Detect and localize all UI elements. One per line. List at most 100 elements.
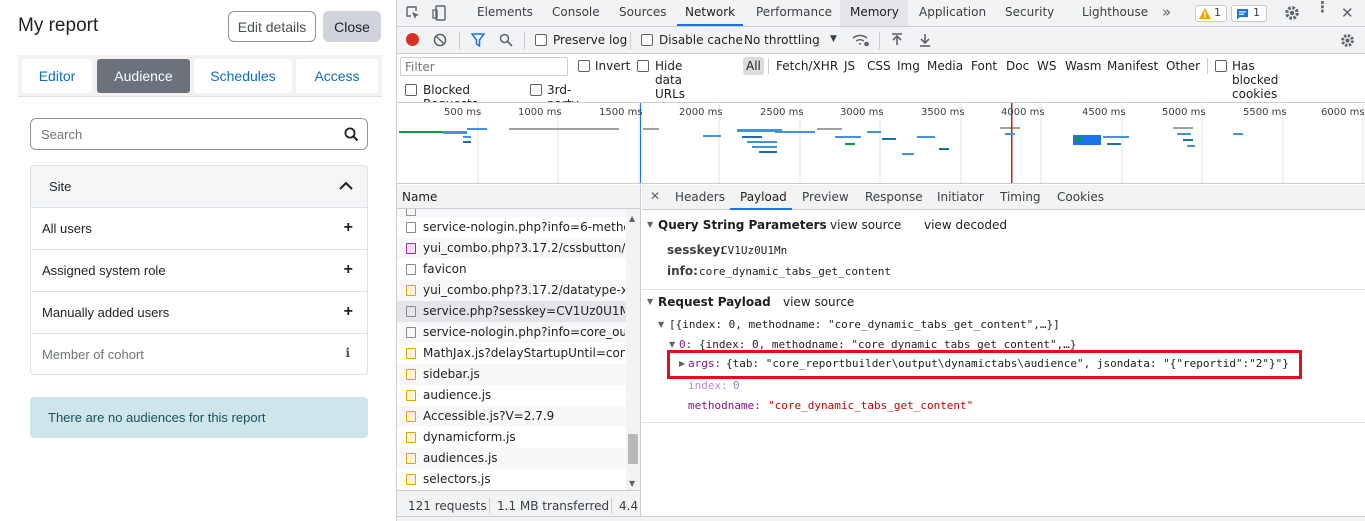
preserve-log-checkbox[interactable] xyxy=(535,34,547,46)
search-input[interactable] xyxy=(41,125,331,143)
invert-checkbox[interactable] xyxy=(578,60,590,72)
list-scrollbar-thumb[interactable] xyxy=(628,434,638,464)
filter-type-other[interactable]: Other xyxy=(1166,59,1200,73)
audience-item-manually-added-users[interactable]: Manually added users + xyxy=(31,292,367,334)
tab-elements[interactable]: Elements xyxy=(477,5,533,19)
blocked-cookies-checkbox[interactable] xyxy=(1215,60,1227,72)
audience-item-assigned-system-role[interactable]: Assigned system role + xyxy=(31,250,367,292)
requests-header[interactable]: Name xyxy=(397,185,640,209)
tab-response[interactable]: Response xyxy=(865,190,923,204)
tab-sources[interactable]: Sources xyxy=(619,5,666,19)
request-row[interactable]: sidebar.js xyxy=(397,364,626,385)
inspect-element-icon[interactable] xyxy=(406,6,420,20)
filter-type-wasm[interactable]: Wasm xyxy=(1065,59,1101,73)
request-row[interactable]: selectors.js xyxy=(397,469,626,490)
tab-lighthouse[interactable]: Lighthouse xyxy=(1082,5,1148,19)
search-icon[interactable] xyxy=(499,33,513,47)
query-section-title[interactable]: Query String Parameters xyxy=(658,218,827,232)
filter-type-css[interactable]: CSS xyxy=(867,59,891,73)
tab-memory[interactable]: Memory xyxy=(850,5,899,19)
warnings-badge[interactable]: 1 xyxy=(1195,5,1227,22)
list-scrollbar-track[interactable]: ▲ ▼ xyxy=(626,209,640,490)
request-row[interactable]: service.php?sesskey=CV1Uz0U1Mn&i xyxy=(397,301,626,322)
scroll-down-arrow-icon[interactable]: ▼ xyxy=(629,479,635,488)
request-row-partial[interactable] xyxy=(397,209,627,217)
tab-security[interactable]: Security xyxy=(1005,5,1054,19)
hide-data-urls-checkbox[interactable] xyxy=(637,60,649,72)
expand-triangle-right-icon[interactable]: ▶ xyxy=(679,359,685,368)
export-har-icon[interactable] xyxy=(919,33,931,47)
tab-audience[interactable]: Audience xyxy=(97,59,190,93)
request-row[interactable]: yui_combo.php?3.17.2/datatype-xml- xyxy=(397,280,626,301)
request-row[interactable]: yui_combo.php?3.17.2/cssbutton/css. xyxy=(397,238,626,259)
tab-payload[interactable]: Payload xyxy=(740,190,787,204)
tab-schedules[interactable]: Schedules xyxy=(194,59,292,93)
view-source-link[interactable]: view source xyxy=(830,218,901,232)
more-tabs-button[interactable]: » xyxy=(1162,3,1171,21)
plus-icon[interactable]: + xyxy=(344,303,353,321)
network-settings-gear-icon[interactable] xyxy=(1340,33,1355,48)
payload-section-title[interactable]: Request Payload xyxy=(658,295,771,309)
payload-array-line[interactable]: [{index: 0, methodname: "core_dynamic_ta… xyxy=(669,318,1060,331)
request-row[interactable]: Accessible.js?V=2.7.9 xyxy=(397,406,626,427)
args-key[interactable]: args: xyxy=(688,357,721,370)
tab-cookies[interactable]: Cookies xyxy=(1057,190,1104,204)
request-row[interactable]: service-nologin.php?info=core_outp.. xyxy=(397,322,626,343)
tab-application[interactable]: Application xyxy=(919,5,986,19)
audience-item-all-users[interactable]: All users + xyxy=(31,208,367,250)
filter-type-all[interactable]: All xyxy=(743,57,764,75)
expand-triangle-icon[interactable]: ▼ xyxy=(658,320,664,329)
site-section-header[interactable]: Site xyxy=(31,166,367,208)
third-party-checkbox[interactable] xyxy=(530,84,542,96)
request-row[interactable]: audience.js xyxy=(397,385,626,406)
request-row[interactable]: audiences.js xyxy=(397,448,626,469)
tab-headers[interactable]: Headers xyxy=(675,190,725,204)
chevron-up-icon[interactable] xyxy=(339,181,353,191)
expand-triangle-icon[interactable]: ▼ xyxy=(669,340,675,349)
import-har-icon[interactable] xyxy=(891,33,903,47)
filter-input[interactable] xyxy=(405,59,560,74)
clear-icon[interactable] xyxy=(433,33,447,47)
edit-details-button[interactable]: Edit details xyxy=(228,11,316,42)
messages-badge[interactable]: 1 xyxy=(1231,5,1267,22)
filter-type-manifest[interactable]: Manifest xyxy=(1107,59,1158,73)
filter-type-js[interactable]: JS xyxy=(844,59,855,73)
tab-console[interactable]: Console xyxy=(552,5,600,19)
search-icon[interactable] xyxy=(344,127,359,142)
payload-view-source-link[interactable]: view source xyxy=(783,295,854,309)
filter-type-font[interactable]: Font xyxy=(971,59,997,73)
expand-triangle-icon[interactable]: ▼ xyxy=(647,297,653,306)
kebab-menu-icon[interactable]: ⋮ xyxy=(1315,0,1330,15)
scroll-up-arrow-icon[interactable]: ▲ xyxy=(629,214,635,223)
request-row[interactable]: service-nologin.php?info=6-method-. xyxy=(397,217,626,238)
filter-type-img[interactable]: Img xyxy=(897,59,920,73)
settings-gear-icon[interactable] xyxy=(1284,5,1300,21)
close-button[interactable]: Close xyxy=(323,11,381,42)
tab-performance[interactable]: Performance xyxy=(756,5,832,19)
filter-funnel-icon[interactable] xyxy=(471,33,485,47)
filter-type-ws[interactable]: WS xyxy=(1037,59,1056,73)
request-row[interactable]: MathJax.js?delayStartupUntil=config. xyxy=(397,343,626,364)
tab-initiator[interactable]: Initiator xyxy=(937,190,984,204)
timeline-overview[interactable]: 500 ms 1000 ms 1500 ms 2000 ms 2500 ms 3… xyxy=(397,102,1365,184)
request-row[interactable]: dynamicform.js xyxy=(397,427,626,448)
filter-input-box[interactable] xyxy=(400,57,568,76)
plus-icon[interactable]: + xyxy=(344,219,353,237)
view-decoded-link[interactable]: view decoded xyxy=(924,218,1007,232)
disable-cache-checkbox[interactable] xyxy=(641,34,653,46)
plus-icon[interactable]: + xyxy=(344,261,353,279)
device-toolbar-icon[interactable] xyxy=(432,5,447,21)
close-details-icon[interactable]: ✕ xyxy=(650,189,660,203)
filter-type-fetch-xhr[interactable]: Fetch/XHR xyxy=(776,59,838,73)
tab-network[interactable]: Network xyxy=(685,5,735,19)
filter-type-media[interactable]: Media xyxy=(927,59,963,73)
tab-preview[interactable]: Preview xyxy=(802,190,849,204)
tab-timing[interactable]: Timing xyxy=(1000,190,1041,204)
search-box[interactable] xyxy=(30,118,368,150)
close-devtools-icon[interactable]: ✕ xyxy=(1341,4,1354,22)
filter-type-doc[interactable]: Doc xyxy=(1006,59,1029,73)
request-row[interactable]: favicon xyxy=(397,259,626,280)
record-icon[interactable] xyxy=(406,33,419,46)
info-icon[interactable]: i xyxy=(345,346,350,360)
network-conditions-icon[interactable] xyxy=(852,33,870,47)
